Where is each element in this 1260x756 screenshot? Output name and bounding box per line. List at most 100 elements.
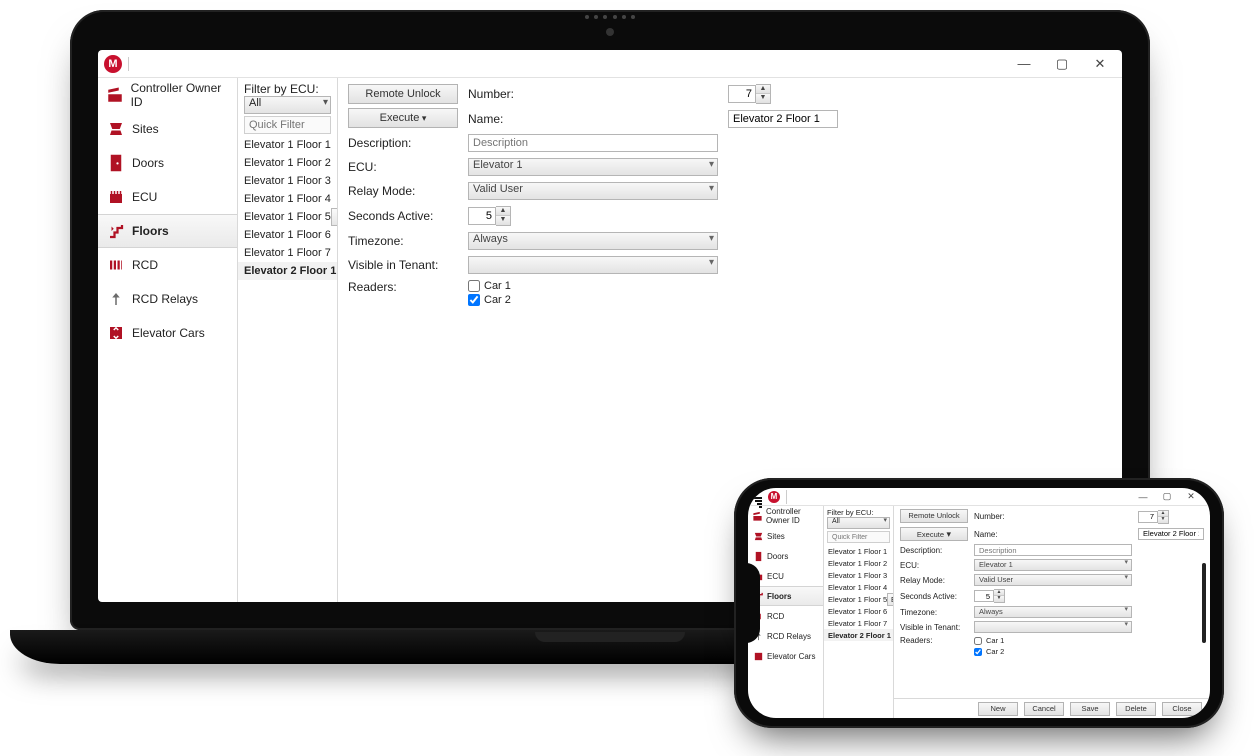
ecu-value[interactable]: Elevator 1 bbox=[468, 158, 718, 176]
new-button[interactable]: New bbox=[978, 702, 1018, 716]
list-item-selected[interactable]: Elevator 2 Floor 1 bbox=[238, 262, 337, 280]
ecu-value[interactable]: Elevator 1 bbox=[974, 559, 1132, 571]
close-button[interactable]: ✕ bbox=[1090, 54, 1110, 74]
quick-filter-input[interactable] bbox=[827, 531, 890, 543]
titlebar-separator bbox=[786, 490, 787, 504]
reader-checkbox-car1[interactable]: Car 1 bbox=[974, 636, 1132, 645]
readers-list: Car 1 Car 2 bbox=[468, 280, 718, 306]
seconds-active-spinner[interactable]: ▲▼ bbox=[974, 589, 1132, 603]
relay-mode-dropdown[interactable]: Valid User bbox=[974, 574, 1132, 586]
sidebar-item-sites[interactable]: Sites bbox=[98, 112, 237, 146]
relay-mode-value[interactable]: Valid User bbox=[468, 182, 718, 200]
sidebar-item-ecu[interactable]: ECU bbox=[98, 180, 237, 214]
window-titlebar: — ▢ ✕ bbox=[748, 488, 1210, 506]
ecu-dropdown[interactable]: Elevator 1 bbox=[468, 158, 718, 176]
list-item[interactable]: Elevator 1 Floor 3 bbox=[238, 172, 337, 190]
remote-unlock-button[interactable]: Remote Unlock bbox=[348, 84, 458, 104]
quick-filter-input[interactable] bbox=[244, 116, 331, 134]
sidebar-item-doors[interactable]: Doors bbox=[748, 546, 823, 566]
execute-button[interactable]: Execute bbox=[900, 527, 968, 541]
list-item-selected[interactable]: Elevator 2 Floor 1 bbox=[824, 629, 893, 641]
sidebar-item-sites[interactable]: Sites bbox=[748, 526, 823, 546]
list-item[interactable]: Elevator 1 Floor 7 bbox=[238, 244, 337, 262]
list-item[interactable]: Elevator 1 Floor 2 bbox=[238, 154, 337, 172]
number-spinner[interactable]: ▲▼ bbox=[1138, 509, 1204, 525]
sidebar-item-controller-owner-id[interactable]: Controller Owner ID bbox=[98, 78, 237, 112]
maximize-button[interactable]: ▢ bbox=[1052, 54, 1072, 74]
checkbox-icon[interactable] bbox=[468, 294, 480, 306]
sidebar-item-label: Elevator Cars bbox=[767, 652, 815, 661]
sidebar-item-label: Floors bbox=[132, 224, 169, 238]
visible-tenant-dropdown[interactable] bbox=[974, 621, 1132, 633]
sidebar-item-doors[interactable]: Doors bbox=[98, 146, 237, 180]
spin-up-icon[interactable]: ▲ bbox=[756, 85, 770, 94]
sidebar-item-rcd-relays[interactable]: RCD Relays bbox=[98, 282, 237, 316]
list-item[interactable]: Elevator 1 Floor 6 bbox=[824, 605, 893, 617]
visible-tenant-value[interactable] bbox=[468, 256, 718, 274]
description-input[interactable] bbox=[974, 544, 1132, 556]
checkbox-icon[interactable] bbox=[468, 280, 480, 292]
sidebar-item-elevator-cars[interactable]: Elevator Cars bbox=[98, 316, 237, 350]
remote-unlock-button[interactable]: Remote Unlock bbox=[900, 509, 968, 523]
minimize-button[interactable]: — bbox=[1136, 490, 1150, 504]
close-button[interactable]: ✕ bbox=[1184, 490, 1198, 504]
spin-down-icon[interactable]: ▼ bbox=[994, 596, 1004, 602]
list-item[interactable]: Elevator 1 Floor 4 bbox=[824, 581, 893, 593]
timezone-value[interactable]: Always bbox=[974, 606, 1132, 618]
timezone-dropdown[interactable]: Always bbox=[974, 606, 1132, 618]
spin-down-icon[interactable]: ▼ bbox=[756, 94, 770, 103]
reader-checkbox-car2[interactable]: Car 2 bbox=[974, 647, 1132, 656]
save-button[interactable]: Save bbox=[1070, 702, 1110, 716]
list-item[interactable]: Elevator 1 Floor 1 bbox=[238, 136, 337, 154]
list-item[interactable]: Elevator 1 Floor 3 bbox=[824, 569, 893, 581]
timezone-dropdown[interactable]: Always bbox=[468, 232, 718, 250]
spin-down-icon[interactable]: ▼ bbox=[496, 216, 510, 225]
filter-ecu-value[interactable]: All bbox=[244, 96, 331, 114]
execute-button[interactable]: Execute bbox=[348, 108, 458, 128]
number-input[interactable] bbox=[728, 85, 756, 103]
label-readers: Readers: bbox=[348, 280, 458, 294]
relay-mode-dropdown[interactable]: Valid User bbox=[468, 182, 718, 200]
sidebar-item-floors[interactable]: Floors bbox=[98, 214, 237, 248]
maximize-button[interactable]: ▢ bbox=[1160, 490, 1174, 504]
list-item[interactable]: Elevator 1 Floor 6 bbox=[238, 226, 337, 244]
relay-mode-value[interactable]: Valid User bbox=[974, 574, 1132, 586]
seconds-active-input[interactable] bbox=[974, 590, 994, 602]
checkbox-icon[interactable] bbox=[974, 648, 982, 656]
reader-label: Car 2 bbox=[986, 647, 1004, 656]
reader-checkbox-car1[interactable]: Car 1 bbox=[468, 280, 718, 292]
seconds-active-input[interactable] bbox=[468, 207, 496, 225]
close-bottom-button[interactable]: Close bbox=[1162, 702, 1202, 716]
spin-down-icon[interactable]: ▼ bbox=[1158, 517, 1168, 523]
visible-tenant-value[interactable] bbox=[974, 621, 1132, 633]
filter-ecu-combo[interactable]: All bbox=[244, 96, 331, 114]
list-item[interactable]: Elevator 1 Floor 5 Elevator 1 Floor 3 bbox=[824, 593, 893, 605]
description-input[interactable] bbox=[468, 134, 718, 152]
checkbox-icon[interactable] bbox=[974, 637, 982, 645]
filter-ecu-value[interactable]: All bbox=[827, 517, 890, 529]
sidebar-item-rcd[interactable]: RCD bbox=[98, 248, 237, 282]
filter-ecu-combo[interactable]: All bbox=[827, 517, 890, 529]
timezone-value[interactable]: Always bbox=[468, 232, 718, 250]
list-item[interactable]: Elevator 1 Floor 4 bbox=[238, 190, 337, 208]
name-input[interactable] bbox=[1138, 528, 1204, 540]
sidebar-item-controller-owner-id[interactable]: Controller Owner ID bbox=[748, 506, 823, 526]
ecu-dropdown[interactable]: Elevator 1 bbox=[974, 559, 1132, 571]
list-item[interactable]: Elevator 1 Floor 7 bbox=[824, 617, 893, 629]
name-input[interactable] bbox=[728, 110, 838, 128]
list-item[interactable]: Elevator 1 Floor 2 bbox=[824, 557, 893, 569]
list-item[interactable]: Elevator 1 Floor 1 bbox=[824, 545, 893, 557]
seconds-active-spinner[interactable]: ▲▼ bbox=[468, 206, 718, 226]
visible-tenant-dropdown[interactable] bbox=[468, 256, 718, 274]
delete-button[interactable]: Delete bbox=[1116, 702, 1156, 716]
list-item[interactable]: Elevator 1 Floor 5 Elevator 1 Floor 3 bbox=[238, 208, 337, 226]
phone-notch bbox=[748, 563, 760, 643]
sidebar-item-elevator-cars[interactable]: Elevator Cars bbox=[748, 646, 823, 666]
label-seconds-active: Seconds Active: bbox=[348, 209, 458, 223]
cancel-button[interactable]: Cancel bbox=[1024, 702, 1064, 716]
spin-up-icon[interactable]: ▲ bbox=[496, 207, 510, 216]
number-spinner[interactable]: ▲▼ bbox=[728, 84, 838, 104]
number-input[interactable] bbox=[1138, 511, 1158, 523]
minimize-button[interactable]: — bbox=[1014, 54, 1034, 74]
reader-checkbox-car2[interactable]: Car 2 bbox=[468, 294, 718, 306]
